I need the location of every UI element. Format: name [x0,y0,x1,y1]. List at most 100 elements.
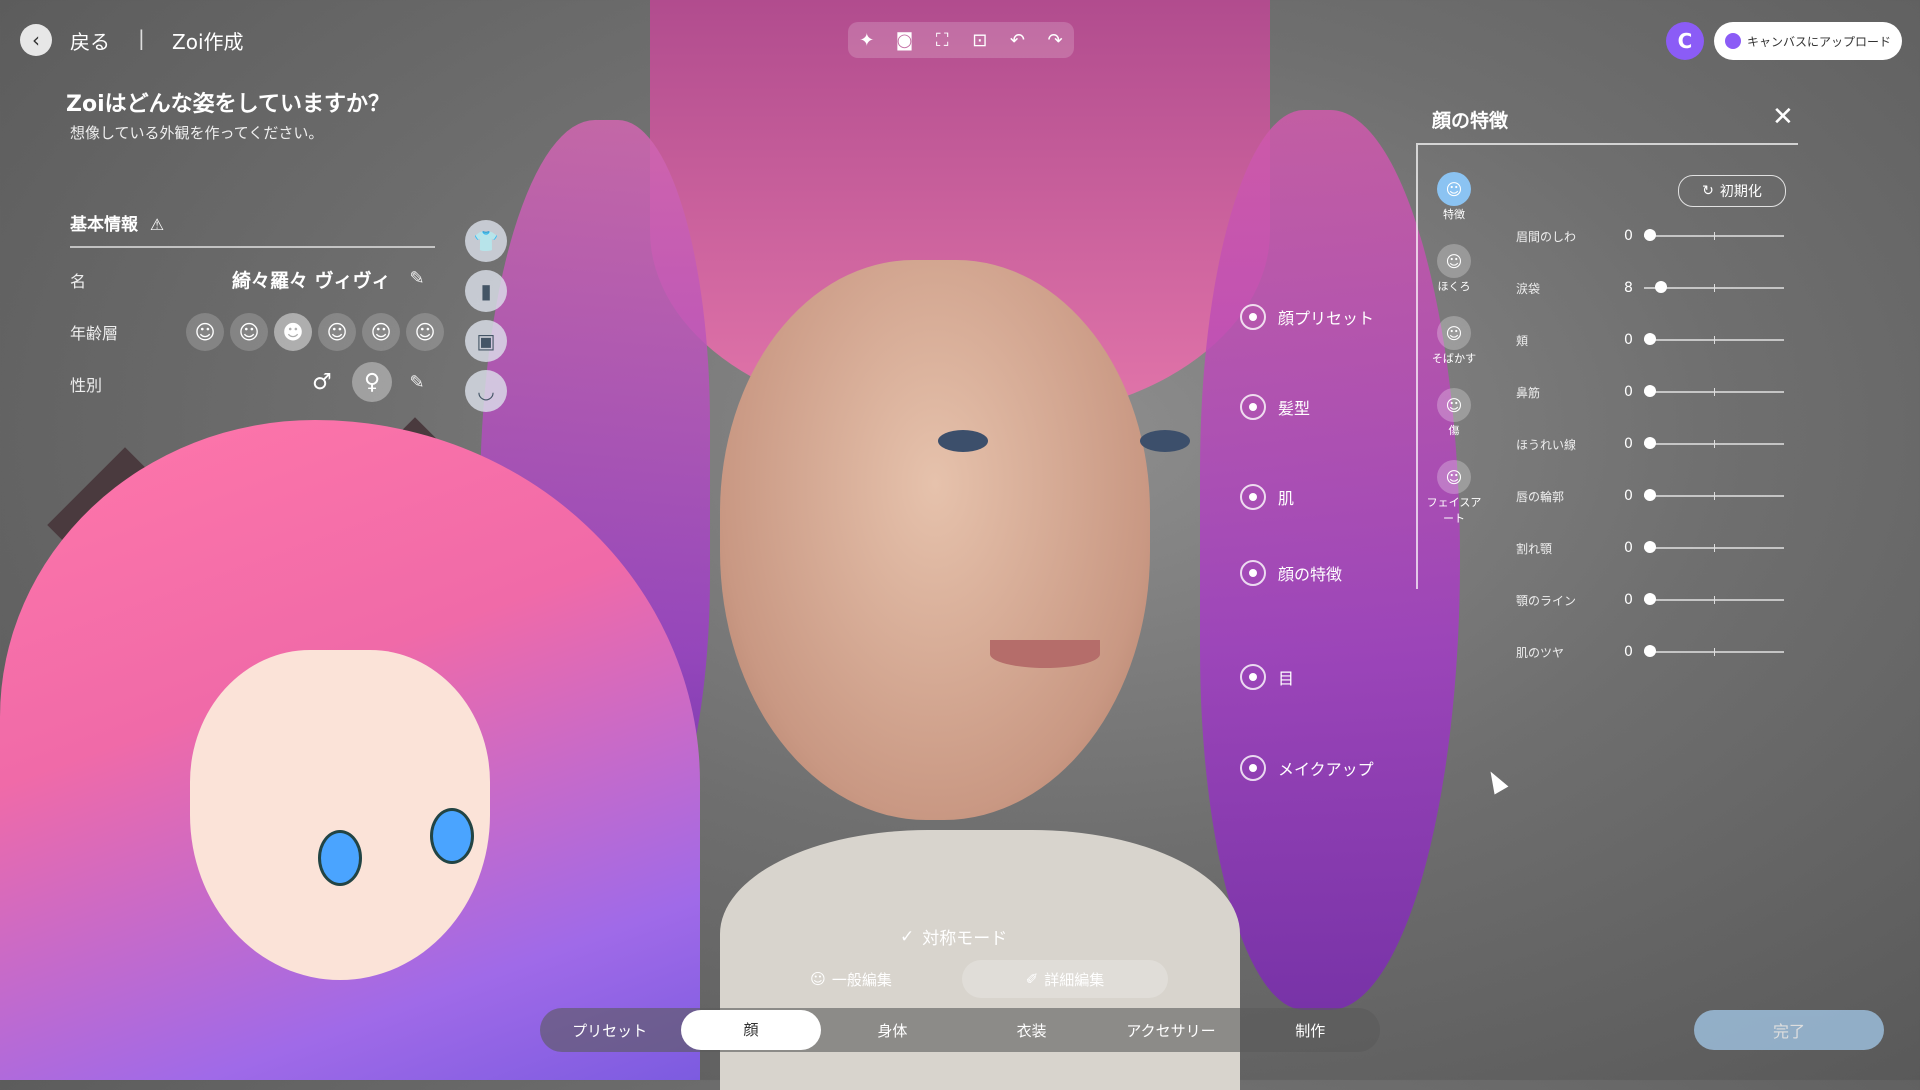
refresh-icon: ↻ [1702,183,1714,199]
category-scars[interactable]: ☺ 傷 [1437,388,1471,438]
slider-knob[interactable] [1655,281,1668,293]
menu-skin[interactable]: 肌 [1240,484,1294,510]
slider-knob[interactable] [1644,541,1656,553]
slider-track[interactable] [1644,593,1784,605]
category-moles[interactable]: ☺ ほくろ [1437,244,1471,294]
menu-label: 目 [1278,669,1295,688]
name-value: 綺々羅々 ヴィヴィ [232,270,391,292]
back-button[interactable]: ‹ [20,24,52,56]
slider-knob[interactable] [1644,229,1656,241]
menu-dot-icon [1240,755,1266,781]
slider-knob[interactable] [1644,593,1656,605]
slider-track[interactable] [1644,385,1784,397]
menu-makeup[interactable]: メイクアップ [1240,755,1374,781]
jacket-icon[interactable]: ▣ [465,320,507,362]
model-eye-right [1140,430,1190,452]
slider-label: 肌のツヤ [1516,645,1565,660]
user-avatar[interactable]: C [1666,22,1704,60]
mouse-cursor [1483,767,1509,795]
slider-center-tick [1714,440,1715,448]
freckles-icon: ☺ [1436,316,1471,350]
vtuber-eye-right [430,808,474,864]
slider-track[interactable] [1644,645,1784,657]
slider-row: 眉間のしわ 0 [1516,226,1786,246]
tab-accessory[interactable]: アクセサリー [1101,1020,1240,1041]
sparkle-icon[interactable]: ✦ [853,30,881,51]
male-icon[interactable]: ♂ [302,362,342,402]
tab-face[interactable]: 顔 [681,1010,821,1050]
question-title: Zoiはどんな姿をしていますか？ [66,92,390,117]
warning-icon: ⚠ [149,215,165,234]
slider-center-tick [1714,388,1715,396]
age-elder-icon[interactable]: ☺ [406,313,444,351]
upload-to-canvas-button[interactable]: キャンバスにアップロード [1714,22,1902,60]
reset-button[interactable]: ↻ 初期化 [1678,175,1786,207]
slider-track[interactable] [1644,541,1784,553]
category-label: ほくろ [1437,280,1471,293]
age-adult-icon[interactable]: ☺ [318,313,356,351]
detail-edit-tab[interactable]: ✐ 詳細編集 [962,960,1168,998]
slider-label: 涙袋 [1516,281,1541,296]
slider-value: 0 [1624,488,1633,504]
category-label: そばかす [1431,352,1477,365]
tab-preset[interactable]: プリセット [540,1020,679,1041]
edit-name-icon[interactable]: ✎ [405,268,429,292]
slider-knob[interactable] [1644,489,1656,501]
slider-track[interactable] [1644,437,1784,449]
tab-outfit[interactable]: 衣装 [962,1020,1101,1041]
undo-icon[interactable]: ↶ [1003,30,1031,51]
menu-face-preset[interactable]: 顔プリセット [1240,304,1374,330]
detail-edit-label: 詳細編集 [1044,970,1105,989]
shirt-icon[interactable]: 👕 [465,220,507,262]
slider-track[interactable] [1644,281,1784,293]
tab-body[interactable]: 身体 [823,1020,962,1041]
camera-icon[interactable]: ◙ [890,30,918,51]
slider-knob[interactable] [1644,385,1656,397]
age-middle-icon[interactable]: ☺ [362,313,400,351]
menu-label: 髪型 [1278,399,1311,418]
menu-dot-icon [1240,560,1266,586]
socks-icon[interactable]: ◡ [465,370,507,412]
menu-dot-icon [1240,664,1266,690]
canvas-logo-icon [1724,33,1741,49]
category-label: 特徴 [1443,208,1465,221]
name-label: 名 [70,272,87,291]
slider-knob[interactable] [1644,645,1656,657]
female-icon[interactable]: ♀ [352,362,392,402]
category-freckles[interactable]: ☺ そばかす [1432,316,1476,366]
focus-icon[interactable]: ⊡ [966,30,994,51]
question-subtitle: 想像している外観を作ってください。 [70,124,324,142]
slider-knob[interactable] [1644,437,1656,449]
model-face[interactable] [720,260,1150,820]
slider-label: 割れ顎 [1516,541,1553,556]
slider-knob[interactable] [1644,333,1656,345]
menu-face-features[interactable]: 顔の特徴 [1240,560,1342,586]
menu-eyes[interactable]: 目 [1240,664,1294,690]
done-button[interactable]: 完了 [1694,1010,1884,1050]
back-label[interactable]: 戻る [70,26,110,55]
age-child-icon[interactable]: ☺ [230,313,268,351]
frame-icon[interactable]: ⛶ [928,30,956,51]
age-baby-icon[interactable]: ☺ [186,313,224,351]
category-label: 傷 [1448,424,1460,437]
slider-track[interactable] [1644,229,1784,241]
mole-icon: ☺ [1437,244,1471,278]
general-edit-tab[interactable]: ☺ 一般編集 [748,960,954,998]
category-face-art[interactable]: ☺ フェイスアート [1422,460,1486,526]
main-category-tabs: プリセット 顔 身体 衣装 アクセサリー 制作 [540,1008,1380,1052]
pants-icon[interactable]: ▮ [465,270,507,312]
close-icon[interactable]: ✕ [1772,102,1794,132]
redo-icon[interactable]: ↷ [1041,30,1069,51]
symmetry-mode-toggle[interactable]: ✓ 対称モード [900,924,1007,950]
model-mouth [990,640,1100,668]
slider-row: ほうれい線 0 [1516,434,1786,454]
slider-track[interactable] [1644,333,1784,345]
feature-panel-title: 顔の特徴 [1432,110,1509,132]
menu-hairstyle[interactable]: 髪型 [1240,394,1310,420]
category-features[interactable]: ☺ 特徴 [1437,172,1471,222]
edit-gender-icon[interactable]: ✎ [405,372,429,396]
menu-dot-icon [1240,394,1266,420]
tab-create[interactable]: 制作 [1241,1020,1380,1041]
slider-track[interactable] [1644,489,1784,501]
age-teen-icon[interactable]: ☻ [274,313,312,351]
